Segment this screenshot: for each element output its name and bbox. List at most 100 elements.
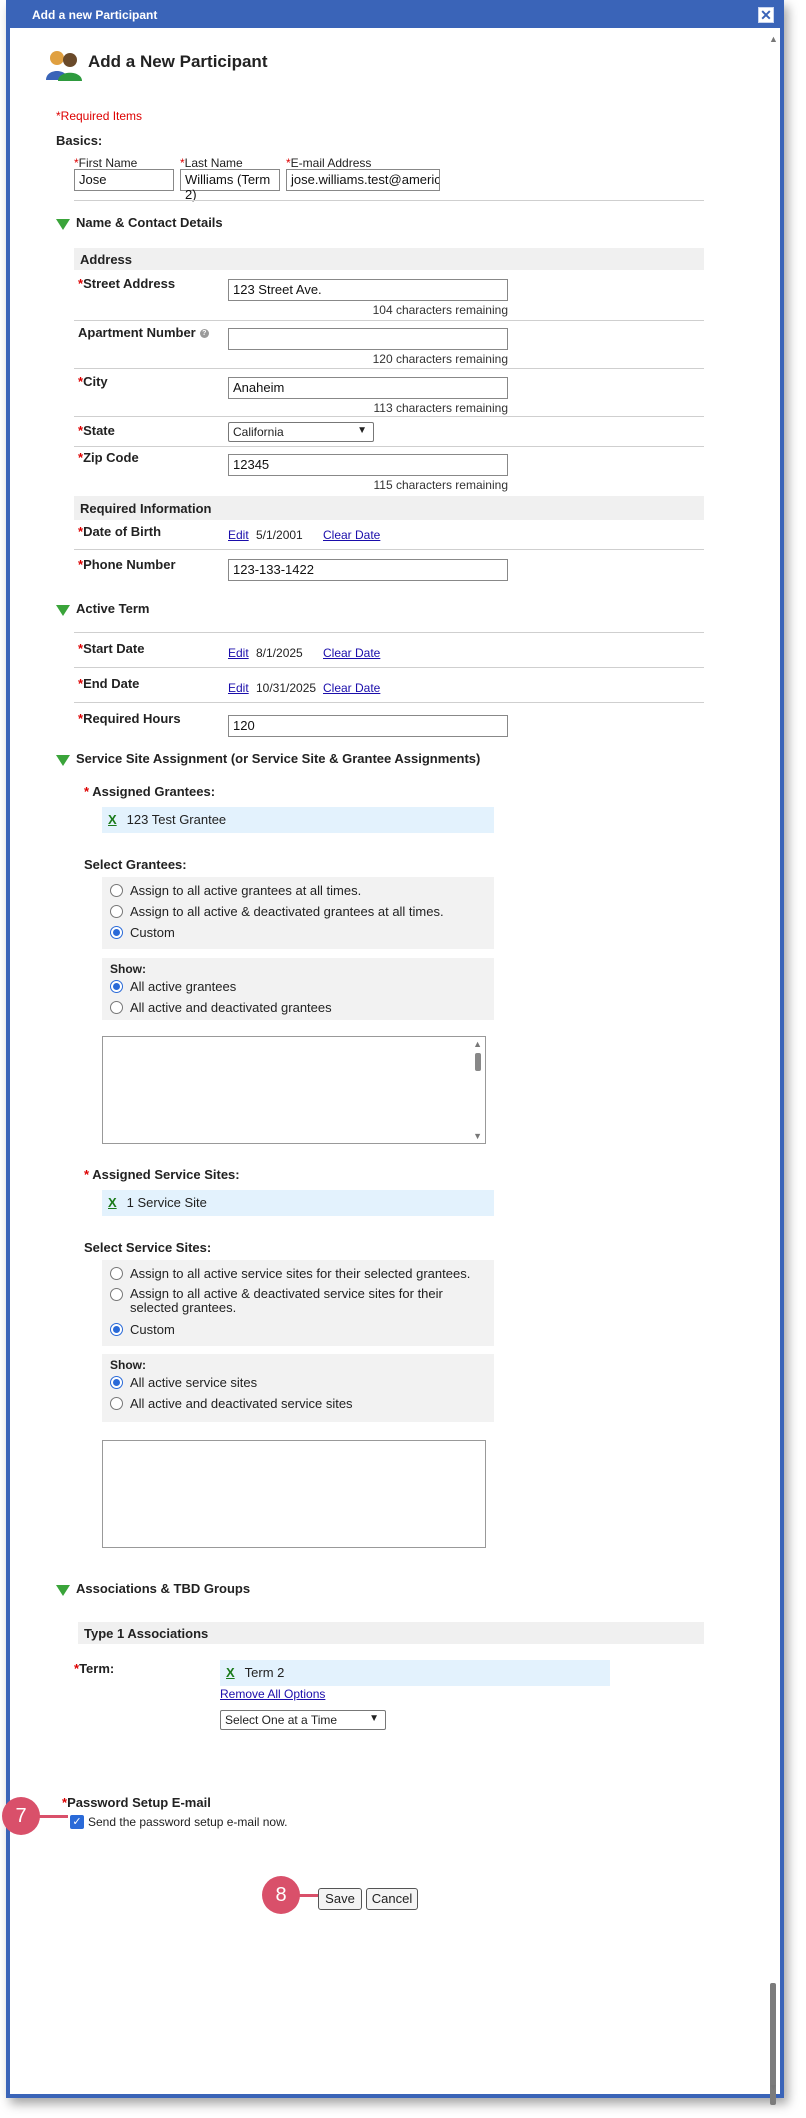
radio-selected-icon[interactable]: [110, 1323, 123, 1336]
radio-icon[interactable]: [110, 1288, 123, 1301]
apartment-field[interactable]: [228, 328, 508, 350]
step-callout-7: 7: [2, 1797, 40, 1835]
collapse-triangle-icon[interactable]: [56, 218, 70, 233]
scrollbar[interactable]: ▲ ▼: [766, 28, 780, 2105]
section-term-title[interactable]: Active Term: [76, 601, 149, 616]
service-site-listbox[interactable]: [102, 1440, 486, 1548]
type-1-associations-bar: Type 1 Associations: [78, 1622, 704, 1644]
term-label: *Term:: [74, 1661, 115, 1676]
phone-field[interactable]: 123-133-1422: [228, 559, 508, 581]
end-date-clear-link[interactable]: Clear Date: [323, 681, 380, 695]
end-date-edit-link[interactable]: Edit: [228, 681, 249, 695]
city-field[interactable]: Anaheim: [228, 377, 508, 399]
remove-term-button[interactable]: X: [226, 1665, 235, 1680]
last-name-label: *Last Name: [180, 156, 243, 170]
assigned-grantees-label: * Assigned Grantees:: [84, 784, 216, 799]
zip-code-field[interactable]: 12345: [228, 454, 508, 476]
char-remaining: 120 characters remaining: [372, 352, 508, 366]
char-remaining: 115 characters remaining: [373, 478, 508, 492]
chevron-down-icon: ▼: [357, 425, 367, 436]
collapse-triangle-icon[interactable]: [56, 754, 70, 769]
scroll-up-icon[interactable]: ▲: [769, 34, 778, 44]
close-button[interactable]: ✕: [758, 7, 774, 23]
term-tag: X Term 2: [220, 1660, 610, 1686]
dob-clear-link[interactable]: Clear Date: [323, 528, 380, 542]
term-select[interactable]: Select One at a Time ▼: [220, 1710, 386, 1730]
grantee-option-all-deactivated[interactable]: Assign to all active & deactivated grant…: [110, 904, 444, 919]
listbox-scroll-thumb[interactable]: [475, 1053, 481, 1071]
scroll-up-icon[interactable]: ▲: [473, 1039, 482, 1049]
required-hours-label: *Required Hours: [78, 711, 181, 726]
divider: [74, 320, 704, 321]
password-setup-label: *Password Setup E-mail: [62, 1795, 211, 1810]
window-title: Add a new Participant: [32, 8, 158, 22]
required-note: *Required Items: [56, 109, 143, 123]
state-select[interactable]: California ▼: [228, 422, 374, 442]
grantee-option-custom[interactable]: Custom: [110, 925, 175, 940]
service-site-tag: X1 Service Site: [102, 1190, 494, 1216]
participants-icon: [44, 48, 82, 85]
radio-selected-icon[interactable]: [110, 926, 123, 939]
divider: [74, 368, 704, 369]
section-associations-title[interactable]: Associations & TBD Groups: [76, 1581, 250, 1596]
remove-service-site-button[interactable]: X: [108, 1195, 117, 1210]
radio-selected-icon[interactable]: [110, 1376, 123, 1389]
collapse-triangle-icon[interactable]: [56, 1584, 70, 1599]
select-sites-label: Select Service Sites:: [84, 1240, 212, 1255]
first-name-field[interactable]: Jose: [74, 169, 174, 191]
collapse-triangle-icon[interactable]: [56, 604, 70, 619]
checkbox-checked-icon[interactable]: ✓: [70, 1815, 84, 1829]
basics-title: Basics:: [56, 133, 103, 148]
radio-icon[interactable]: [110, 1267, 123, 1280]
title-bar: Add a new Participant ✕: [10, 4, 780, 28]
city-label: *City: [78, 374, 108, 389]
site-show-all[interactable]: All active and deactivated service sites: [110, 1396, 353, 1411]
save-button[interactable]: Save: [318, 1888, 362, 1910]
divider: [74, 632, 704, 633]
site-show-active[interactable]: All active service sites: [110, 1375, 257, 1390]
callout-connector: [38, 1815, 68, 1818]
last-name-field[interactable]: Williams (Term 2): [180, 169, 280, 202]
address-bar: Address: [74, 248, 704, 270]
help-icon[interactable]: ?: [199, 329, 209, 339]
cancel-button[interactable]: Cancel: [366, 1888, 418, 1910]
divider: [74, 200, 704, 201]
remove-grantee-button[interactable]: X: [108, 812, 117, 827]
grantee-show-all[interactable]: All active and deactivated grantees: [110, 1000, 332, 1015]
start-date-clear-link[interactable]: Clear Date: [323, 646, 380, 660]
first-name-label: *First Name: [74, 156, 138, 170]
remove-all-options-link[interactable]: Remove All Options: [220, 1687, 325, 1701]
email-label: *E-mail Address: [286, 156, 372, 170]
email-field[interactable]: jose.williams.test@america: [286, 169, 440, 191]
dialog-window: Add a new Participant ✕ ▲ ▼ Add a New Pa…: [6, 0, 784, 2105]
start-date-value: 8/1/2025: [256, 646, 303, 660]
street-address-field[interactable]: 123 Street Ave.: [228, 279, 508, 301]
site-option-all-active[interactable]: Assign to all active service sites for t…: [110, 1266, 470, 1281]
char-remaining: 104 characters remaining: [372, 303, 508, 317]
radio-selected-icon[interactable]: [110, 980, 123, 993]
site-option-custom[interactable]: Custom: [110, 1322, 175, 1337]
grantee-listbox[interactable]: ▲ ▼: [102, 1036, 486, 1144]
apartment-label: Apartment Number?: [78, 325, 209, 340]
grantee-show-active[interactable]: All active grantees: [110, 979, 236, 994]
radio-icon[interactable]: [110, 884, 123, 897]
start-date-label: *Start Date: [78, 641, 145, 656]
grantee-show-label: Show:: [110, 962, 146, 976]
grantee-option-all-active[interactable]: Assign to all active grantees at all tim…: [110, 883, 361, 898]
site-option-all-deactivated[interactable]: Assign to all active & deactivated servi…: [110, 1287, 490, 1315]
required-info-bar: Required Information: [74, 496, 704, 520]
start-date-edit-link[interactable]: Edit: [228, 646, 249, 660]
state-label: *State: [78, 423, 115, 438]
end-date-value: 10/31/2025: [256, 681, 317, 695]
section-service-title[interactable]: Service Site Assignment (or Service Site…: [76, 751, 480, 766]
radio-icon[interactable]: [110, 1397, 123, 1410]
scroll-down-icon[interactable]: ▼: [769, 2082, 778, 2092]
page-title: Add a New Participant: [88, 52, 268, 71]
scroll-down-icon[interactable]: ▼: [473, 1131, 482, 1141]
send-password-email-label: Send the password setup e-mail now.: [88, 1815, 288, 1829]
radio-icon[interactable]: [110, 1001, 123, 1014]
dob-edit-link[interactable]: Edit: [228, 528, 249, 542]
radio-icon[interactable]: [110, 905, 123, 918]
required-hours-field[interactable]: 120: [228, 715, 508, 737]
section-contact-title[interactable]: Name & Contact Details: [76, 215, 223, 230]
